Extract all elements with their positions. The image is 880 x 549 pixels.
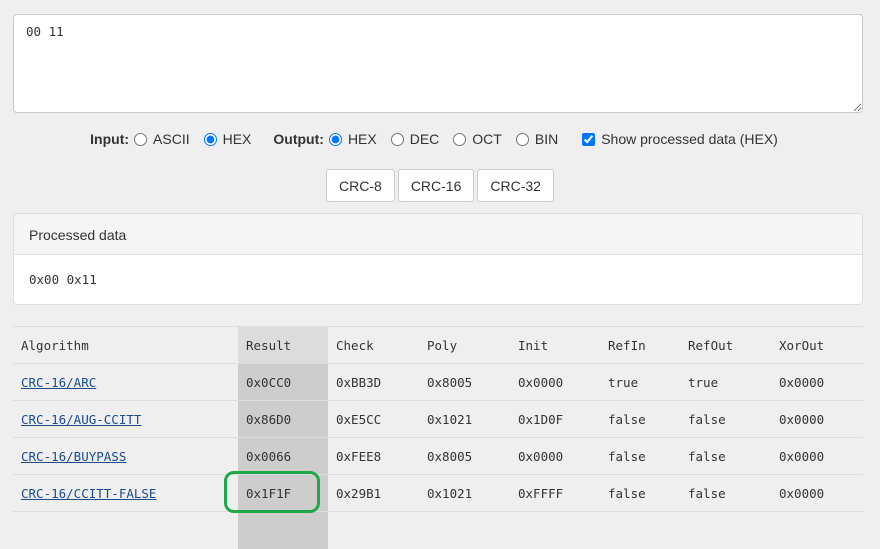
column-header[interactable]: XorOut [771, 326, 863, 364]
column-header[interactable]: Result [238, 326, 328, 364]
result-cell: 0x0CC0 [238, 363, 328, 401]
result-cell: 0x0066 [238, 437, 328, 475]
output-label: Output: [273, 131, 324, 147]
output-hex-radio[interactable]: HEX [327, 131, 377, 147]
empty-cell [238, 511, 328, 549]
empty-cell [328, 511, 419, 549]
crc16-button[interactable]: CRC-16 [397, 169, 475, 202]
crc32-button[interactable]: CRC-32 [477, 169, 554, 202]
algorithm-link[interactable]: CRC-16/AUG-CCITT [21, 412, 141, 427]
table-row: CRC-16/BUYPASS 0x0066 0xFEE8 0x8005 0x0000 fa… [13, 437, 863, 475]
input-ascii-radio[interactable]: ASCII [132, 131, 190, 147]
input-hex-radio[interactable]: HEX [202, 131, 252, 147]
poly-cell: 0x8005 [419, 363, 510, 401]
init-cell: 0x0000 [510, 363, 600, 401]
refin-cell: false [600, 437, 680, 475]
algorithm-cell: CRC-16/AUG-CCITT [13, 400, 238, 438]
column-header[interactable]: RefOut [680, 326, 771, 364]
options-bar: Input: ASCII HEX Output: HEX DEC OCT BIN… [0, 131, 880, 147]
table-row: CRC-16/AUG-CCITT 0x86D0 0xE5CC 0x1021 0x1D0F… [13, 400, 863, 438]
algorithm-link[interactable]: CRC-16/ARC [21, 375, 96, 390]
processed-data-value: 0x00 0x11 [29, 272, 97, 287]
output-dec-label: DEC [409, 131, 440, 147]
refin-cell: false [600, 400, 680, 438]
show-processed-checkbox[interactable]: Show processed data (HEX) [580, 131, 778, 147]
poly-cell: 0x1021 [419, 474, 510, 512]
init-cell: 0xFFFF [510, 474, 600, 512]
empty-cell [771, 511, 863, 549]
highlight-box [224, 471, 320, 513]
algorithm-cell: CRC-16/BUYPASS [13, 437, 238, 475]
empty-cell [680, 511, 771, 549]
output-hex-label: HEX [347, 131, 377, 147]
xorout-cell: 0x0000 [771, 474, 863, 512]
column-header[interactable]: RefIn [600, 326, 680, 364]
output-oct-label: OCT [472, 131, 502, 147]
refin-cell: false [600, 474, 680, 512]
refout-cell: false [680, 400, 771, 438]
refout-cell: false [680, 437, 771, 475]
input-label: Input: [90, 131, 130, 147]
refout-cell: false [680, 474, 771, 512]
poly-cell: 0x1021 [419, 400, 510, 438]
result-cell: 0x86D0 [238, 400, 328, 438]
empty-cell [419, 511, 510, 549]
refin-cell: true [600, 363, 680, 401]
crc-buttons: CRC-8 CRC-16 CRC-32 [0, 169, 880, 202]
crc8-button[interactable]: CRC-8 [326, 169, 395, 202]
column-header[interactable]: Poly [419, 326, 510, 364]
init-cell: 0x0000 [510, 437, 600, 475]
input-hex-label: HEX [222, 131, 252, 147]
check-cell: 0xE5CC [328, 400, 419, 438]
processed-data-panel: Processed data 0x00 0x11 [13, 213, 863, 305]
check-cell: 0x29B1 [328, 474, 419, 512]
column-header[interactable]: Algorithm [13, 326, 238, 364]
empty-cell [510, 511, 600, 549]
processed-data-title: Processed data [14, 214, 862, 255]
column-header[interactable]: Init [510, 326, 600, 364]
table-row: CRC-16/CCITT-FALSE 0x1F1F 0x29B1 0x1021 0xFF… [13, 474, 863, 512]
table-header-row: Algorithm Result Check Poly Init RefIn RefOut X… [13, 326, 863, 364]
output-bin-radio[interactable]: BIN [514, 131, 558, 147]
xorout-cell: 0x0000 [771, 437, 863, 475]
algorithm-link[interactable]: CRC-16/CCITT-FALSE [21, 486, 156, 501]
results-table: Algorithm Result Check Poly Init RefIn RefOut X… [13, 326, 863, 549]
output-bin-label: BIN [534, 131, 559, 147]
poly-cell: 0x8005 [419, 437, 510, 475]
init-cell: 0x1D0F [510, 400, 600, 438]
check-cell: 0xFEE8 [328, 437, 419, 475]
refout-cell: true [680, 363, 771, 401]
xorout-cell: 0x0000 [771, 363, 863, 401]
column-header[interactable]: Check [328, 326, 419, 364]
output-dec-radio[interactable]: DEC [389, 131, 440, 147]
show-processed-label: Show processed data (HEX) [601, 131, 778, 147]
algorithm-cell: CRC-16/ARC [13, 363, 238, 401]
algorithm-cell: CRC-16/CCITT-FALSE [13, 474, 238, 512]
input-ascii-label: ASCII [153, 131, 190, 147]
table-row: CRC-16/ARC 0x0CC0 0xBB3D 0x8005 0x0000 true tr… [13, 363, 863, 401]
empty-cell [600, 511, 680, 549]
output-oct-radio[interactable]: OCT [451, 131, 502, 147]
input-textarea[interactable] [13, 14, 863, 113]
table-row [13, 511, 863, 549]
xorout-cell: 0x0000 [771, 400, 863, 438]
algorithm-link[interactable]: CRC-16/BUYPASS [21, 449, 126, 464]
empty-cell [13, 511, 238, 549]
check-cell: 0xBB3D [328, 363, 419, 401]
